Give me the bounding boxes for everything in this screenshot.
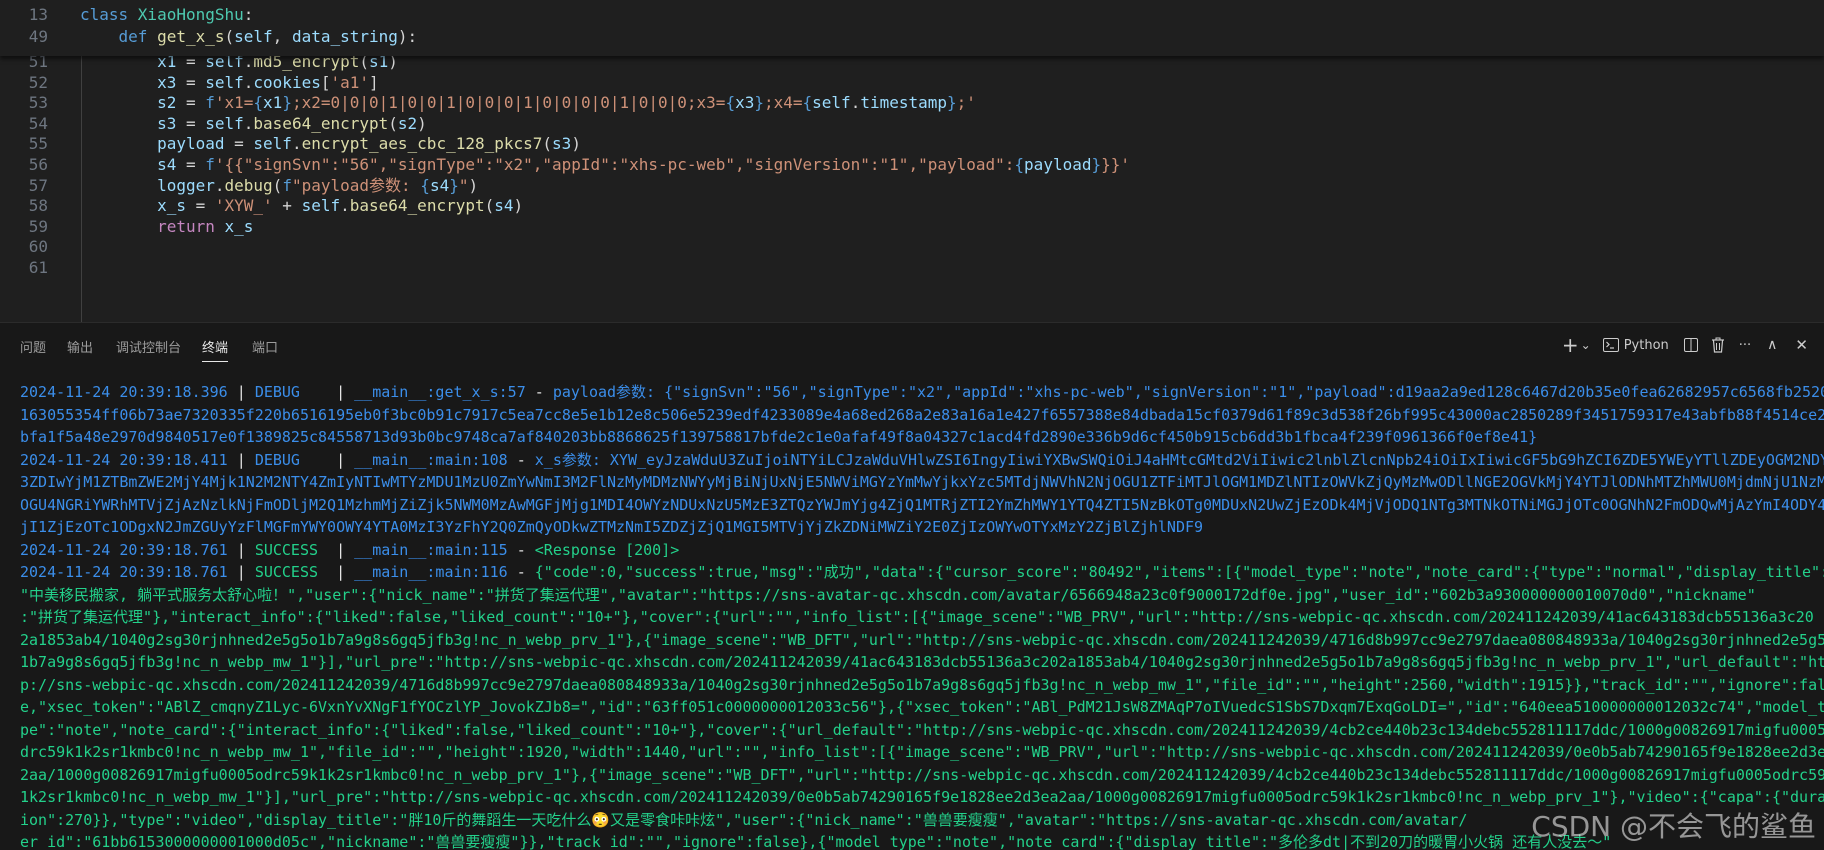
code-text: def get_x_s(self, data_string): bbox=[118, 27, 418, 46]
terminal-shell-selector[interactable]: Python bbox=[1602, 331, 1669, 359]
maximize-panel-icon[interactable]: ∧ bbox=[1767, 331, 1777, 359]
terminal-line: jI1ZjEzOTc1ODgxN2JmZGUyYzFlMGFmYWY0OWY4Y… bbox=[20, 518, 1204, 536]
watermark: CSDN @不会飞的鲨鱼 bbox=[1531, 810, 1816, 843]
terminal-line: 2024-11-24 20:39:18.761 | SUCCESS | __ma… bbox=[20, 563, 1824, 581]
code-line[interactable]: 13 class XiaoHongShu: bbox=[0, 3, 1824, 27]
terminal-line: 3ZDIwYjM1ZTBmZWE2MjY4Mjk1N2M2NTY4ZmIyNTI… bbox=[20, 473, 1824, 491]
tab-ports[interactable]: 端口 bbox=[252, 337, 278, 356]
bottom-panel: 问题 输出 调试控制台 终端 端口 + ⌄ Python ··· ∧ ✕ 202… bbox=[0, 322, 1824, 850]
terminal-line: 2024-11-24 20:39:18.411 | DEBUG | __main… bbox=[20, 450, 1824, 469]
close-panel-icon[interactable]: ✕ bbox=[1795, 331, 1808, 359]
code-text: class XiaoHongShu: bbox=[80, 5, 254, 24]
trash-icon[interactable] bbox=[1711, 331, 1725, 359]
terminal-line: 2a1853ab4/1040g2sg30rjnhned2e5g5o1b7a9g8… bbox=[20, 630, 1824, 649]
terminal-line: 163055354ff06b73ae7320335f220b6516195eb0… bbox=[20, 405, 1824, 424]
code-line[interactable]: 49 def get_x_s(self, data_string): bbox=[0, 25, 1824, 49]
tab-terminal[interactable]: 终端 bbox=[202, 337, 229, 362]
tab-problems[interactable]: 问题 bbox=[20, 337, 46, 356]
terminal-line: drc59k1k2sr1kmbc0!nc_n_webp_mw_1","file_… bbox=[20, 743, 1824, 761]
terminal-line: p://sns-webpic-qc.xhscdn.com/20241124203… bbox=[20, 675, 1824, 694]
terminal-output[interactable]: 2024-11-24 20:39:18.396 | DEBUG | __main… bbox=[0, 381, 1824, 850]
terminal-line: 2024-11-24 20:39:18.761 | SUCCESS | __ma… bbox=[20, 540, 680, 559]
terminal-line: pe":"note","note_card":{"interact_info":… bbox=[20, 720, 1824, 739]
terminal-line: "中美移民搬家, 躺平式服务太舒心啦！","user":{"nick_name"… bbox=[20, 585, 1756, 604]
code-line[interactable]: 61 bbox=[0, 256, 1824, 280]
sticky-scroll-header[interactable]: 13 class XiaoHongShu: 49 def get_x_s(self,… bbox=[0, 0, 1824, 56]
terminal-dropdown-icon[interactable]: ⌄ bbox=[1581, 331, 1591, 359]
code-editor[interactable]: 51 x1 = self.md5_encrypt(s1) 52 x3 = self… bbox=[0, 0, 1824, 322]
split-terminal-icon[interactable] bbox=[1683, 331, 1699, 359]
terminal-line: bfa1f5a48e2970d9840517e0f1389825c8455871… bbox=[20, 428, 1538, 446]
new-terminal-button[interactable]: + bbox=[1562, 331, 1579, 359]
line-number: 49 bbox=[28, 27, 48, 46]
more-actions-icon[interactable]: ··· bbox=[1739, 331, 1751, 359]
terminal-line: e,"xsec_token":"ABlZ_cmqnyZ1Lyc-6VxnYvXN… bbox=[20, 698, 1824, 716]
terminal-line: :"拼货了集运代理"},"interact_info":{"liked":fal… bbox=[20, 608, 1814, 626]
terminal-line: OGU4NGRiYWRhMTVjZjAzNzlkNjFmODljM2Q1Mzhm… bbox=[20, 495, 1824, 514]
terminal-line: 2aa/1000g00826917migfu0005odrc59k1k2sr1k… bbox=[20, 765, 1824, 784]
line-number: 13 bbox=[28, 5, 48, 24]
tab-output[interactable]: 输出 bbox=[67, 337, 93, 356]
tab-debug-console[interactable]: 调试控制台 bbox=[116, 337, 181, 356]
terminal-line: 1b7a9g8s6gq5jfb3g!nc_n_webp_mw_1"}],"url… bbox=[20, 653, 1824, 671]
terminal-shell-label: Python bbox=[1623, 337, 1669, 353]
panel-toolbar: + ⌄ Python ··· ∧ ✕ bbox=[1554, 331, 1824, 359]
line-number: 61 bbox=[28, 258, 48, 277]
panel-tab-bar: 问题 输出 调试控制台 终端 端口 + ⌄ Python ··· ∧ ✕ bbox=[0, 323, 1824, 367]
terminal-icon bbox=[1602, 338, 1619, 352]
terminal-line: 2024-11-24 20:39:18.396 | DEBUG | __main… bbox=[20, 383, 1824, 401]
